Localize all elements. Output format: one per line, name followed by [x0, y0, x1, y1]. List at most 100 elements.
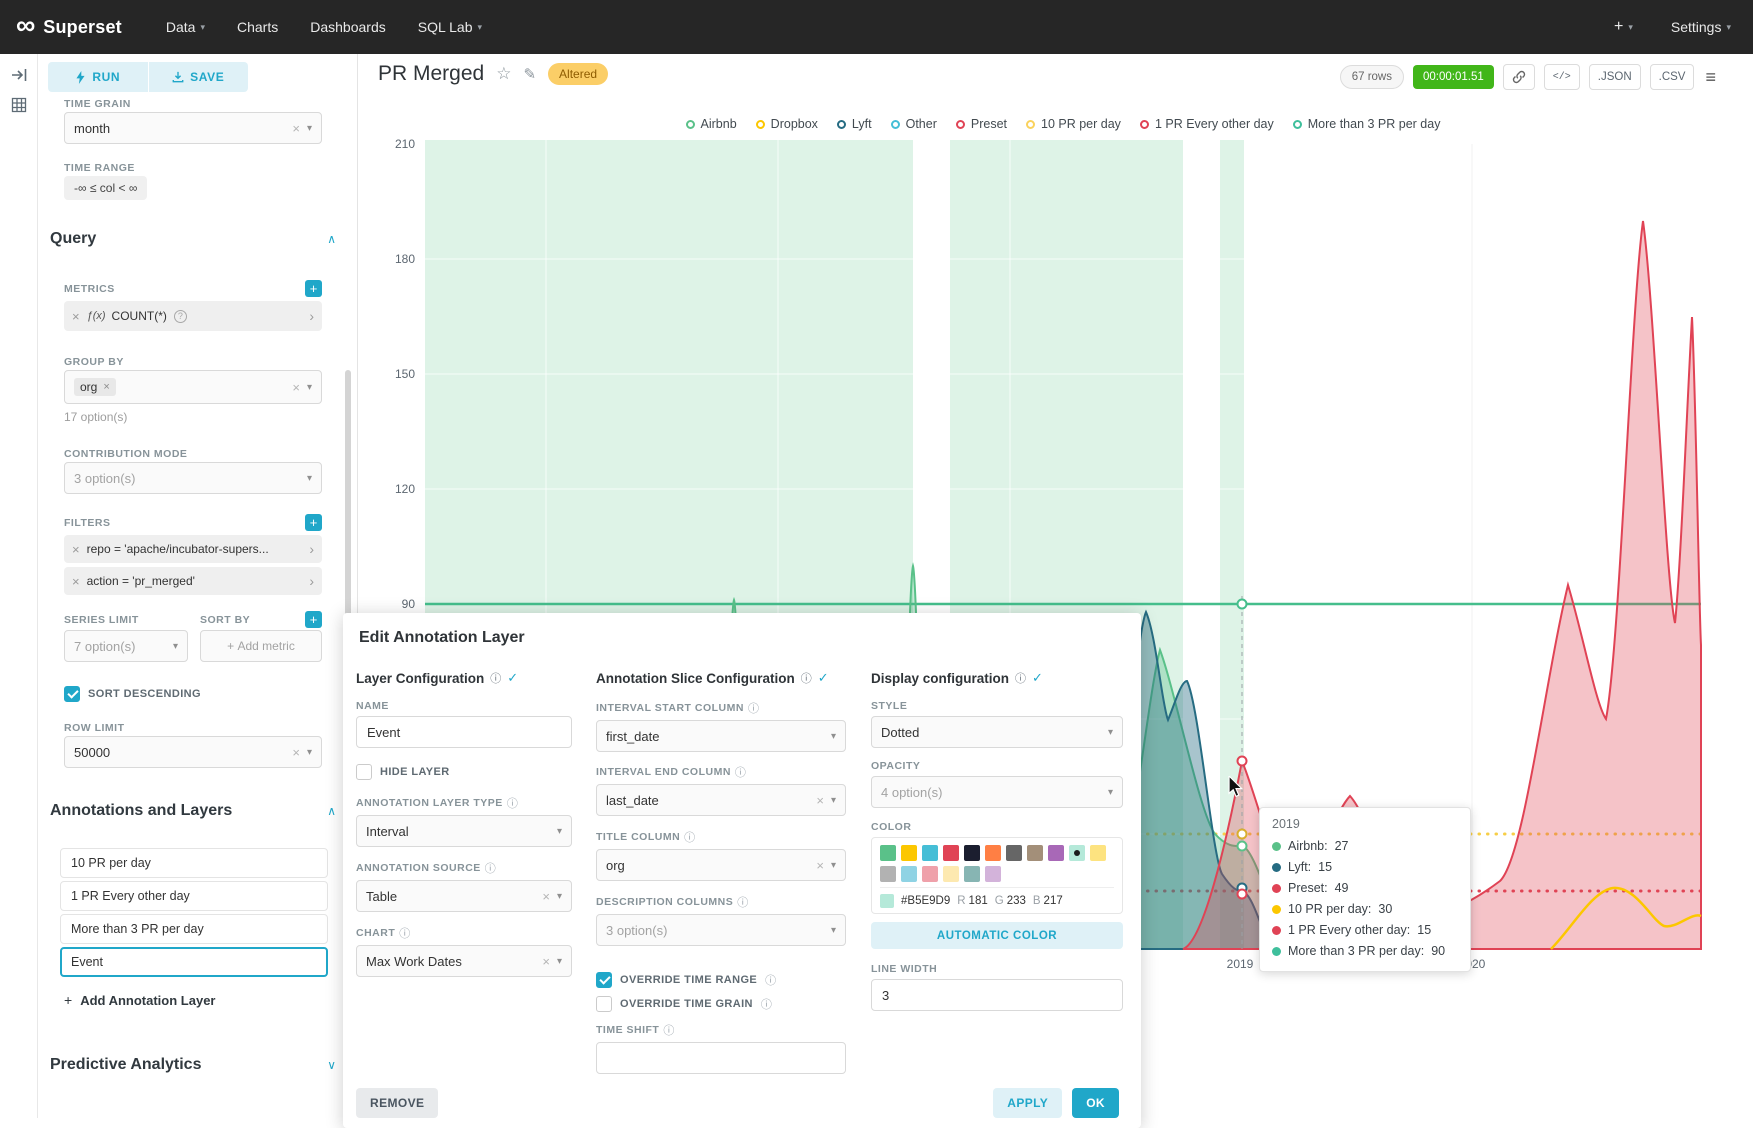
description-columns-select[interactable]: 3 option(s) ▾ — [596, 914, 846, 946]
color-swatch[interactable] — [964, 866, 980, 882]
color-swatch[interactable] — [901, 866, 917, 882]
color-swatch[interactable] — [964, 845, 980, 861]
dataset-grid-icon[interactable] — [10, 96, 28, 114]
info-icon[interactable]: ⓘ — [761, 996, 772, 1012]
color-swatch[interactable] — [985, 866, 1001, 882]
panel-scrollbar[interactable] — [345, 370, 351, 630]
sort-descending-row[interactable]: SORT DESCENDING — [64, 686, 201, 702]
edit-title-icon[interactable]: ✎ — [523, 65, 536, 83]
legend-item[interactable]: Lyft — [837, 117, 872, 131]
query-section-header[interactable]: Query ∧ — [50, 230, 336, 248]
legend-item[interactable]: Airbnb — [686, 117, 737, 131]
interval-end-select[interactable]: last_date × ▾ — [596, 784, 846, 816]
color-swatch[interactable] — [985, 845, 1001, 861]
contribution-mode-select[interactable]: 3 option(s) ▾ — [64, 462, 322, 494]
override-time-grain-row[interactable]: OVERRIDE TIME GRAIN ⓘ — [596, 996, 846, 1012]
series-limit-select[interactable]: 7 option(s) ▾ — [64, 630, 188, 662]
rgb-g[interactable]: G233 — [995, 895, 1026, 907]
chart-select[interactable]: Max Work Dates × ▾ — [356, 945, 572, 977]
rgb-r[interactable]: R181 — [957, 895, 988, 907]
apply-button[interactable]: APPLY — [993, 1088, 1062, 1118]
info-icon[interactable]: ⓘ — [507, 795, 518, 811]
color-swatch[interactable] — [943, 845, 959, 861]
info-icon[interactable]: ⓘ — [801, 670, 812, 686]
color-swatch[interactable] — [880, 866, 896, 882]
clear-icon[interactable]: × — [292, 380, 300, 395]
color-swatch[interactable] — [943, 866, 959, 882]
run-button[interactable]: RUN — [48, 62, 149, 92]
sort-by-add-metric[interactable]: + Add metric — [200, 630, 322, 662]
export-csv-button[interactable]: .CSV — [1650, 64, 1695, 90]
legend-item[interactable]: More than 3 PR per day — [1293, 117, 1441, 131]
legend-item[interactable]: 10 PR per day — [1026, 117, 1121, 131]
info-icon[interactable]: ⓘ — [737, 894, 748, 910]
color-swatch[interactable] — [1090, 845, 1106, 861]
info-icon[interactable]: ⓘ — [684, 829, 695, 845]
sort-descending-checkbox[interactable] — [64, 686, 80, 702]
hex-value[interactable]: #B5E9D9 — [901, 895, 950, 907]
remove-button[interactable]: REMOVE — [356, 1088, 438, 1118]
override-time-grain-checkbox[interactable] — [596, 996, 612, 1012]
color-swatch[interactable] — [1027, 845, 1043, 861]
annotation-layer-type-select[interactable]: Interval ▾ — [356, 815, 572, 847]
legend-item[interactable]: Dropbox — [756, 117, 818, 131]
add-metric-button[interactable]: + — [305, 280, 322, 297]
color-swatch[interactable] — [922, 866, 938, 882]
nav-settings[interactable]: Settings▾ — [1671, 19, 1731, 35]
ok-button[interactable]: OK — [1072, 1088, 1119, 1118]
override-time-range-row[interactable]: OVERRIDE TIME RANGE ⓘ — [596, 972, 846, 988]
color-swatch[interactable] — [1048, 845, 1064, 861]
remove-icon[interactable]: × — [72, 574, 80, 589]
time-shift-input[interactable] — [596, 1042, 846, 1074]
nav-new-button[interactable]: +▾ — [1614, 18, 1633, 36]
remove-icon[interactable]: × — [72, 309, 80, 324]
clear-icon[interactable]: × — [292, 121, 300, 136]
row-limit-select[interactable]: 50000 × ▾ — [64, 736, 322, 768]
export-json-button[interactable]: .JSON — [1589, 64, 1641, 90]
override-time-range-checkbox[interactable] — [596, 972, 612, 988]
clear-icon[interactable]: × — [816, 793, 824, 808]
clear-icon[interactable]: × — [542, 889, 550, 904]
nav-item-data[interactable]: Data▾ — [166, 19, 205, 35]
nav-item-charts[interactable]: Charts — [237, 19, 278, 35]
favorite-star-icon[interactable]: ☆ — [496, 64, 511, 84]
superset-brand[interactable]: ∞ Superset — [16, 15, 122, 39]
share-link-button[interactable] — [1503, 64, 1535, 90]
predictive-section-header[interactable]: Predictive Analytics ∨ — [50, 1056, 336, 1074]
line-width-input[interactable] — [871, 979, 1123, 1011]
annotation-layer-item[interactable]: 1 PR Every other day — [60, 881, 328, 911]
clear-icon[interactable]: × — [292, 745, 300, 760]
info-icon[interactable]: ⓘ — [748, 700, 759, 716]
hide-layer-checkbox[interactable] — [356, 764, 372, 780]
metric-chip[interactable]: × ƒ(x) COUNT(*) ? › — [64, 301, 322, 331]
color-swatch[interactable] — [1006, 845, 1022, 861]
color-swatch[interactable] — [901, 845, 917, 861]
add-filter-button[interactable]: + — [305, 514, 322, 531]
annotation-layer-item-selected[interactable]: Event — [60, 947, 328, 977]
time-grain-select[interactable]: month × ▾ — [64, 112, 322, 144]
info-icon[interactable]: ⓘ — [735, 764, 746, 780]
clear-icon[interactable]: × — [542, 954, 550, 969]
info-icon[interactable]: ⓘ — [1015, 670, 1026, 686]
color-swatch[interactable] — [922, 845, 938, 861]
save-button[interactable]: SAVE — [149, 62, 249, 92]
annotation-source-select[interactable]: Table × ▾ — [356, 880, 572, 912]
altered-badge[interactable]: Altered — [548, 63, 608, 85]
info-icon[interactable]: ⓘ — [485, 860, 496, 876]
legend-item[interactable]: Other — [891, 117, 937, 131]
rgb-b[interactable]: B217 — [1033, 895, 1063, 907]
add-annotation-layer-button[interactable]: + Add Annotation Layer — [64, 992, 215, 1008]
time-range-chip[interactable]: -∞ ≤ col < ∞ — [64, 176, 147, 200]
chart-menu-icon[interactable]: ≡ — [1703, 67, 1718, 88]
add-sort-metric-button[interactable]: + — [305, 611, 322, 628]
remove-icon[interactable]: × — [72, 542, 80, 557]
title-column-select[interactable]: org × ▾ — [596, 849, 846, 881]
legend-item[interactable]: 1 PR Every other day — [1140, 117, 1274, 131]
annotation-layer-item[interactable]: More than 3 PR per day — [60, 914, 328, 944]
info-icon[interactable]: ⓘ — [399, 925, 410, 941]
name-input[interactable] — [356, 716, 572, 748]
hide-layer-row[interactable]: HIDE LAYER — [356, 764, 572, 780]
automatic-color-button[interactable]: AUTOMATIC COLOR — [871, 922, 1123, 949]
group-by-select[interactable]: org× × ▾ — [64, 370, 322, 404]
collapse-datasource-panel-icon[interactable] — [10, 66, 28, 84]
